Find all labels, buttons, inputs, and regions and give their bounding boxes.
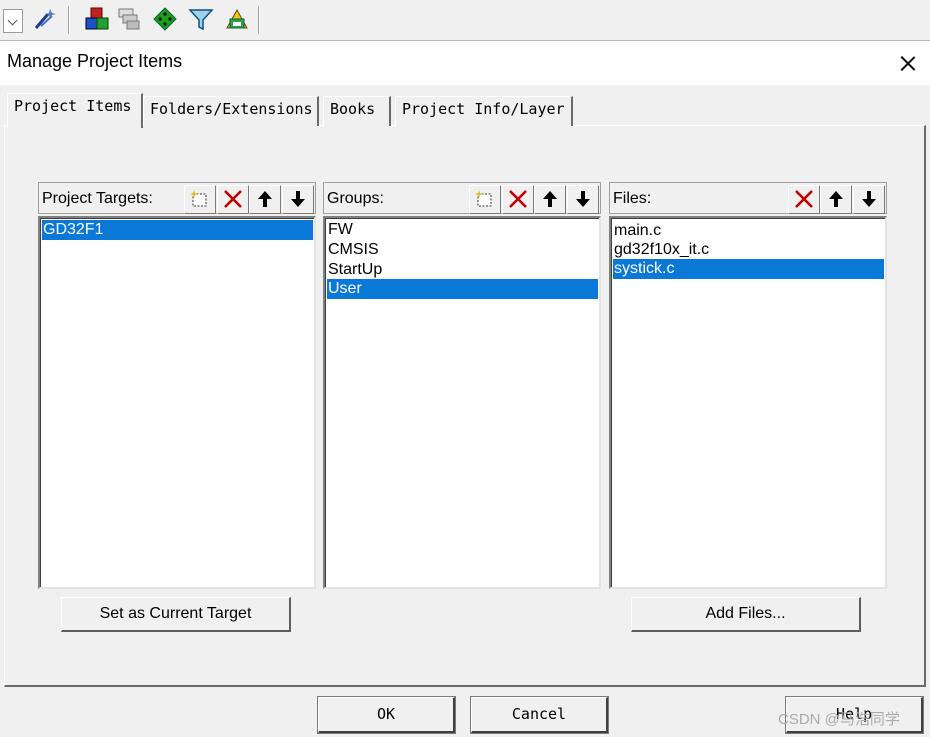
set-current-target-button[interactable]: Set as Current Target [61, 597, 291, 632]
move-target-down-button[interactable] [282, 185, 314, 214]
move-group-down-button[interactable] [567, 185, 599, 214]
list-item[interactable]: StartUp [327, 260, 598, 280]
arrow-down-icon [291, 191, 305, 207]
delete-icon [224, 190, 242, 208]
new-item-icon [475, 190, 492, 207]
main-toolbar [0, 0, 930, 40]
magic-wand-icon[interactable] [32, 6, 58, 32]
list-item[interactable]: gd32f10x_it.c [613, 240, 884, 260]
groups-header-label: Groups: [327, 190, 384, 207]
tab-books[interactable]: Books [323, 96, 391, 126]
move-target-up-button[interactable] [249, 185, 281, 214]
toolbar-separator [68, 6, 70, 34]
dialog-title: Manage Project Items [7, 51, 183, 71]
watermark: CSDN @马浩同学 [778, 711, 900, 728]
files-list[interactable]: main.c gd32f10x_it.c systick.c [609, 216, 887, 589]
targets-header-label: Project Targets: [42, 190, 153, 207]
tab-project-info-layer[interactable]: Project Info/Layer [395, 96, 573, 126]
delete-icon [509, 190, 527, 208]
cancel-button[interactable]: Cancel [470, 696, 609, 734]
groups-list[interactable]: FW CMSIS StartUp User [323, 216, 601, 589]
list-item[interactable]: main.c [613, 221, 884, 241]
delete-icon [795, 190, 813, 208]
tab-folders-extensions[interactable]: Folders/Extensions [143, 96, 319, 126]
move-file-down-button[interactable] [853, 185, 885, 214]
arrow-up-icon [543, 191, 557, 207]
list-item[interactable]: User [327, 279, 598, 299]
layers-icon[interactable] [116, 6, 142, 32]
close-icon[interactable] [890, 48, 926, 78]
dropdown-arrow-icon[interactable] [3, 9, 23, 33]
new-item-icon [190, 190, 207, 207]
components-icon[interactable] [84, 6, 110, 32]
delete-file-button[interactable] [788, 185, 820, 214]
move-file-up-button[interactable] [820, 185, 852, 214]
list-item[interactable]: systick.c [613, 259, 884, 279]
arrow-up-icon [258, 191, 272, 207]
new-target-button[interactable] [184, 185, 216, 214]
add-files-button[interactable]: Add Files... [631, 597, 861, 632]
tab-project-items[interactable]: Project Items [7, 93, 143, 128]
funnel-icon[interactable] [188, 6, 214, 32]
toolbar-separator [258, 6, 260, 34]
list-item[interactable]: GD32F1 [42, 220, 313, 240]
list-item[interactable]: FW [327, 220, 598, 240]
delete-target-button[interactable] [217, 185, 249, 214]
new-group-button[interactable] [469, 185, 501, 214]
list-item[interactable]: CMSIS [327, 240, 598, 260]
arrow-up-icon [829, 191, 843, 207]
arrow-down-icon [862, 191, 876, 207]
green-diamond-icon[interactable] [152, 6, 178, 32]
targets-list[interactable]: GD32F1 [38, 216, 316, 589]
files-header-label: Files: [613, 190, 652, 207]
ok-button[interactable]: OK [317, 696, 456, 734]
targets-header: Project Targets: [38, 182, 316, 214]
groups-header: Groups: [323, 182, 601, 214]
delete-group-button[interactable] [502, 185, 534, 214]
move-group-up-button[interactable] [534, 185, 566, 214]
files-header: Files: [609, 182, 887, 214]
books-stack-icon[interactable] [224, 6, 250, 32]
arrow-down-icon [576, 191, 590, 207]
